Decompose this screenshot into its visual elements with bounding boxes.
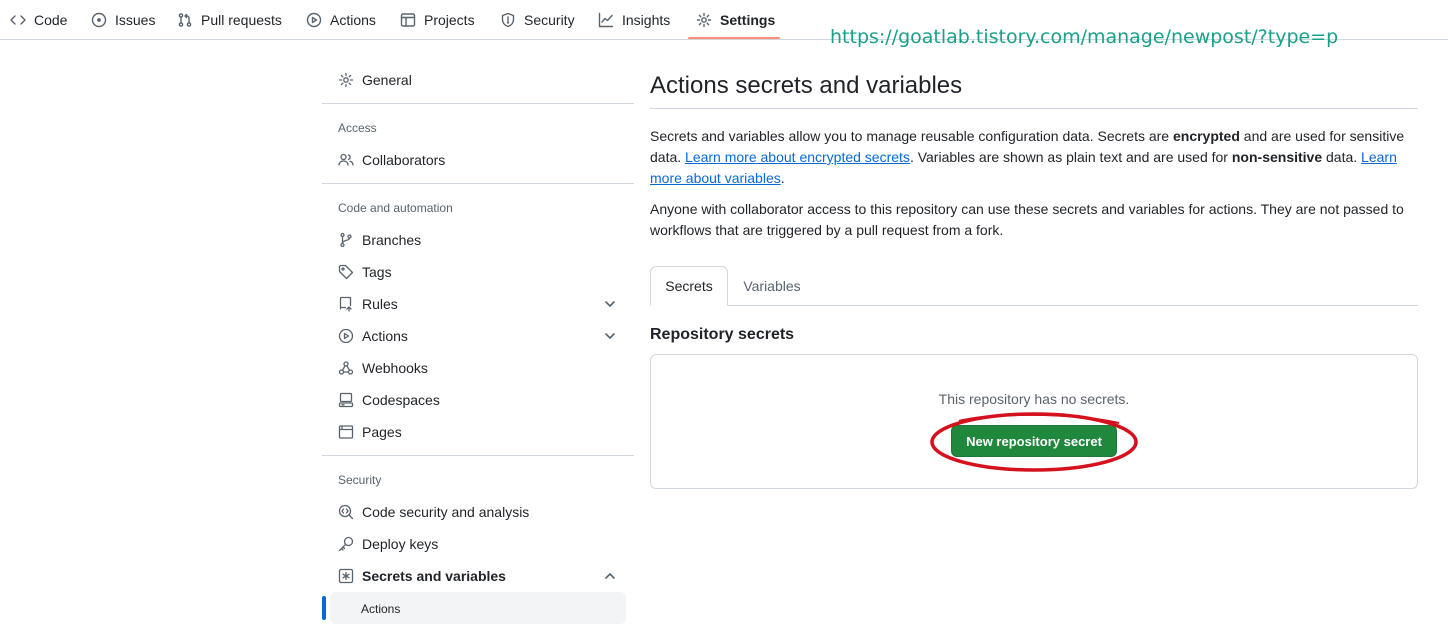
sidebar-item-label: Codespaces xyxy=(362,392,440,408)
sidebar-item-actions[interactable]: Actions xyxy=(322,320,634,352)
learn-more-secrets-link[interactable]: Learn more about encrypted secrets xyxy=(685,149,910,165)
section-heading-access: Access xyxy=(338,121,377,135)
git-pull-request-icon xyxy=(178,13,192,27)
sidebar-item-rules[interactable]: Rules xyxy=(322,288,634,320)
tab-pull-requests[interactable]: Pull requests xyxy=(177,0,282,40)
sidebar-item-label: Secrets and variables xyxy=(362,568,506,584)
code-icon xyxy=(10,15,26,25)
sidebar-item-label: Branches xyxy=(362,232,422,248)
tag-icon xyxy=(338,264,354,280)
sidebar-item-webhooks[interactable]: Webhooks xyxy=(322,352,634,384)
active-tab-underline xyxy=(688,37,780,39)
sidebar-divider xyxy=(322,455,634,456)
git-branch-icon xyxy=(338,232,354,248)
page-title: Actions secrets and variables xyxy=(650,72,963,99)
tab-issues[interactable]: Issues xyxy=(91,0,155,40)
repository-secrets-heading: Repository secrets xyxy=(650,326,795,343)
sidebar-item-label: Webhooks xyxy=(362,360,428,376)
sidebar-item-label: Code security and analysis xyxy=(362,504,530,520)
intro-paragraph: Secrets and variables allow you to manag… xyxy=(650,128,1405,186)
play-icon xyxy=(306,12,322,28)
codescan-icon xyxy=(338,504,354,520)
shield-icon xyxy=(501,12,515,28)
sidebar-item-code-security[interactable]: Code security and analysis xyxy=(322,496,634,528)
sidebar-divider xyxy=(322,103,634,104)
sidebar-item-deploy-keys[interactable]: Deploy keys xyxy=(322,528,634,560)
sidebar-item-general[interactable]: General xyxy=(322,64,634,96)
play-icon xyxy=(338,328,354,344)
codespaces-icon xyxy=(338,392,354,408)
sidebar-item-label: Pages xyxy=(362,424,402,440)
chevron-down-icon[interactable] xyxy=(603,329,617,343)
empty-state-message: This repository has no secrets. xyxy=(938,391,1130,407)
tab-variables[interactable]: Variables xyxy=(730,266,814,306)
active-indicator xyxy=(322,596,326,620)
tab-secrets[interactable]: Secrets xyxy=(650,266,728,306)
people-icon xyxy=(338,152,354,168)
tab-insights[interactable]: Insights xyxy=(598,0,670,40)
tab-security[interactable]: Security xyxy=(500,0,575,40)
sidebar-subitem-label: Actions xyxy=(361,602,401,616)
tab-code[interactable]: Code xyxy=(10,0,67,40)
url-watermark: https://goatlab.tistory.com/manage/newpo… xyxy=(830,26,1339,48)
tab-settings[interactable]: Settings xyxy=(696,0,775,40)
sidebar-item-label: Rules xyxy=(362,296,398,312)
graph-icon xyxy=(598,12,614,28)
sidebar-item-secrets-and-variables[interactable]: Secrets and variables xyxy=(322,560,634,592)
sidebar-item-branches[interactable]: Branches xyxy=(322,224,634,256)
new-repository-secret-button[interactable]: New repository secret xyxy=(951,425,1117,457)
sidebar-item-label: Deploy keys xyxy=(362,536,439,552)
issue-opened-icon xyxy=(91,12,107,28)
sidebar-item-tags[interactable]: Tags xyxy=(322,256,634,288)
tab-projects[interactable]: Projects xyxy=(400,0,475,40)
sidebar-item-label: General xyxy=(362,72,412,88)
sidebar-item-pages[interactable]: Pages xyxy=(322,416,634,448)
sidebar-item-label: Collaborators xyxy=(362,152,446,168)
chevron-up-icon[interactable] xyxy=(603,569,617,583)
gear-icon xyxy=(696,12,712,28)
sidebar-item-collaborators[interactable]: Collaborators xyxy=(322,144,634,176)
sidebar-divider xyxy=(322,183,634,184)
gear-icon xyxy=(338,72,354,88)
sidebar-item-codespaces[interactable]: Codespaces xyxy=(322,384,634,416)
access-note: Anyone with collaborator access to this … xyxy=(650,201,1404,238)
sidebar-subitem-actions[interactable]: Actions xyxy=(330,592,626,624)
sidebar-item-label: Actions xyxy=(362,328,408,344)
tab-actions[interactable]: Actions xyxy=(306,0,376,40)
browser-icon xyxy=(338,424,354,440)
asterisk-icon xyxy=(338,568,354,584)
chevron-down-icon[interactable] xyxy=(603,297,617,311)
sidebar-item-label: Tags xyxy=(362,264,392,280)
key-icon xyxy=(338,536,354,552)
webhook-icon xyxy=(338,360,354,376)
secrets-empty-state: This repository has no secrets. New repo… xyxy=(650,354,1418,489)
section-heading-code-automation: Code and automation xyxy=(338,201,453,215)
table-icon xyxy=(400,13,416,27)
title-divider xyxy=(650,108,1418,109)
section-heading-security: Security xyxy=(338,473,382,487)
secrets-variables-tabs: Secrets Variables xyxy=(650,266,1418,306)
repo-push-icon xyxy=(338,296,354,312)
